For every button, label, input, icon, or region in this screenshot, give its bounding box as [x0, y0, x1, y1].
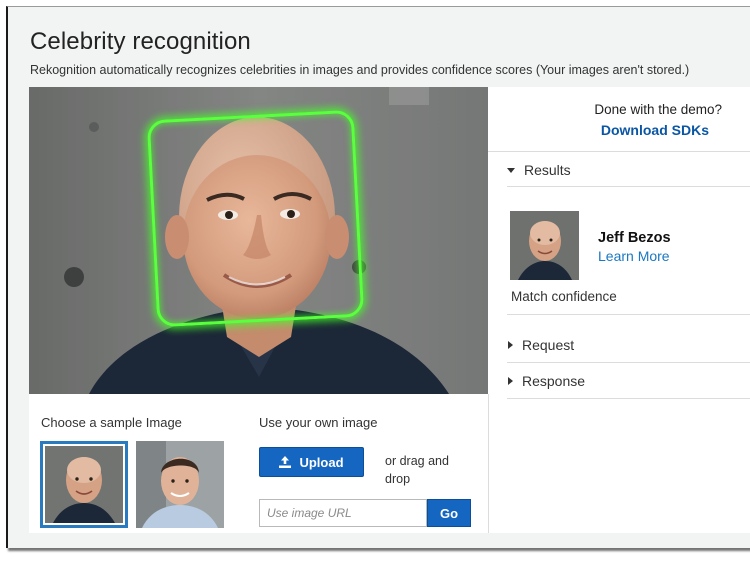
upload-button[interactable]: Upload [259, 447, 364, 477]
divider [507, 398, 750, 399]
divider [507, 362, 750, 363]
upload-button-label: Upload [299, 454, 344, 470]
caret-down-icon [507, 167, 515, 173]
analyzed-image [29, 87, 488, 394]
caret-right-icon [508, 377, 513, 385]
sample-images-panel: Choose a sample Image [29, 394, 241, 533]
upload-icon [279, 456, 292, 468]
response-section-label: Response [522, 373, 586, 389]
page-subtitle: Rekognition automatically recognizes cel… [30, 63, 690, 77]
results-section-label: Results [524, 162, 571, 178]
demo-container: Celebrity recognition Rekognition automa… [6, 6, 750, 548]
download-sdks-link[interactable]: Download SDKs [601, 122, 709, 138]
drag-drop-text: or drag and drop [385, 454, 449, 486]
own-image-label: Use your own image [259, 415, 378, 430]
response-section-toggle[interactable]: Response [507, 373, 585, 389]
demo-done-text: Done with the demo? [594, 102, 722, 117]
sample-image-2[interactable] [136, 441, 224, 528]
sample-image-1[interactable] [40, 441, 128, 528]
celebrity-name: Jeff Bezos [598, 230, 671, 246]
vertical-divider [488, 394, 489, 533]
sample-face-1 [45, 446, 123, 523]
caret-right-icon [508, 341, 513, 349]
sample-face-2 [136, 441, 224, 528]
request-section-toggle[interactable]: Request [507, 337, 574, 353]
divider [507, 314, 750, 315]
request-section-label: Request [522, 337, 575, 353]
sample-images-label: Choose a sample Image [41, 415, 182, 430]
divider [488, 151, 750, 152]
celebrity-thumbnail [510, 211, 579, 280]
celebrity-face-thumbnail [510, 211, 579, 280]
face-bounding-box [146, 109, 365, 328]
image-url-input[interactable] [259, 499, 427, 527]
divider [507, 186, 750, 187]
results-section-toggle[interactable]: Results [507, 162, 571, 178]
own-image-panel: Use your own image Upload or drag and dr… [241, 394, 488, 533]
match-confidence-label: Match confidence [511, 289, 617, 304]
go-button[interactable]: Go [427, 499, 471, 527]
learn-more-link[interactable]: Learn More [598, 248, 670, 264]
results-panel: Done with the demo? Download SDKs Result… [488, 87, 750, 533]
page-title: Celebrity recognition [30, 28, 251, 55]
